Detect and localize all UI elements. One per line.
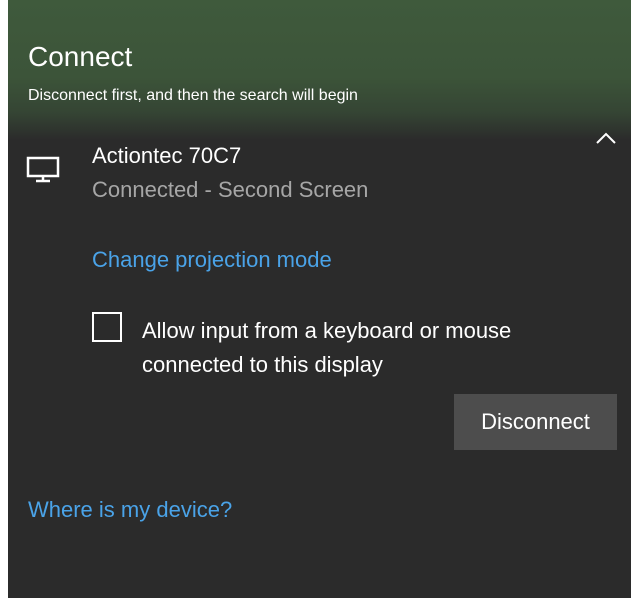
where-is-my-device-link[interactable]: Where is my device? xyxy=(28,496,232,524)
connect-header: Connect Disconnect first, and then the s… xyxy=(8,0,631,140)
allow-input-checkbox[interactable] xyxy=(92,312,122,342)
collapse-button[interactable] xyxy=(594,128,618,148)
monitor-icon xyxy=(26,156,60,184)
page-title: Connect xyxy=(28,41,133,72)
device-status: Connected - Second Screen xyxy=(92,177,369,202)
allow-input-label: Allow input from a keyboard or mouse con… xyxy=(142,318,512,377)
disconnect-button[interactable]: Disconnect xyxy=(454,394,617,450)
change-projection-mode-link[interactable]: Change projection mode xyxy=(92,246,332,274)
chevron-up-icon xyxy=(596,132,616,144)
connect-panel: Connect Disconnect first, and then the s… xyxy=(8,0,631,598)
device-name: Actiontec 70C7 xyxy=(92,143,242,168)
page-subtitle: Disconnect first, and then the search wi… xyxy=(28,87,358,104)
